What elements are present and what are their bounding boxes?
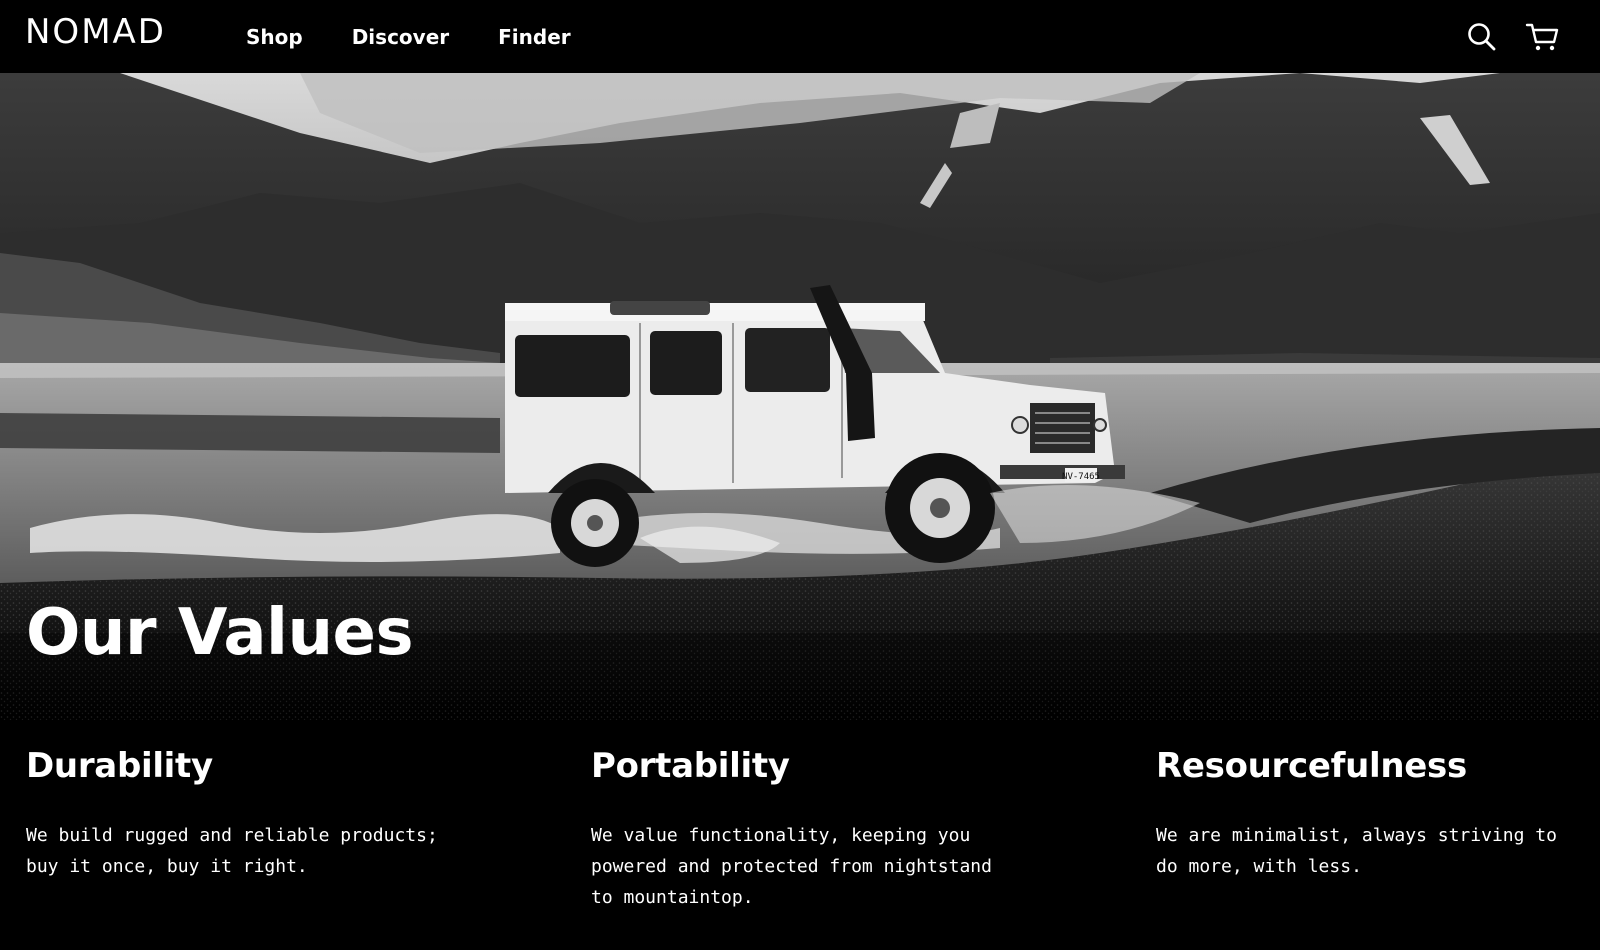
value-description: We are minimalist, always striving to do…	[1156, 825, 1557, 877]
nomad-logo[interactable]: NOMAD	[25, 14, 166, 50]
value-heading: Durability	[26, 746, 213, 786]
value-durability: Durability We build rugged and reliable …	[26, 720, 496, 882]
value-resourcefulness: Resourcefulness We are minimalist, alway…	[1156, 720, 1576, 882]
value-heading: Resourcefulness	[1156, 746, 1467, 786]
hero-banner: NV-7465 Our Values	[0, 73, 1600, 720]
nav-item-finder[interactable]: Finder	[498, 25, 571, 49]
search-icon[interactable]	[1465, 20, 1499, 54]
value-description: We value functionality, keeping you powe…	[591, 825, 992, 908]
nav-item-shop[interactable]: Shop	[246, 25, 303, 49]
main-nav: Shop Discover Finder	[246, 0, 620, 73]
values-section: Durability We build rugged and reliable …	[0, 720, 1600, 950]
nav-item-discover[interactable]: Discover	[352, 25, 449, 49]
value-portability: Portability We value functionality, keep…	[591, 720, 1061, 913]
site-header: NOMAD Shop Discover Finder	[0, 0, 1600, 73]
value-description: We build rugged and reliable products; b…	[26, 825, 438, 877]
license-plate: NV-7465	[1062, 472, 1100, 482]
hero-title: Our Values	[26, 596, 414, 670]
value-heading: Portability	[591, 746, 790, 786]
cart-icon[interactable]	[1525, 20, 1559, 54]
